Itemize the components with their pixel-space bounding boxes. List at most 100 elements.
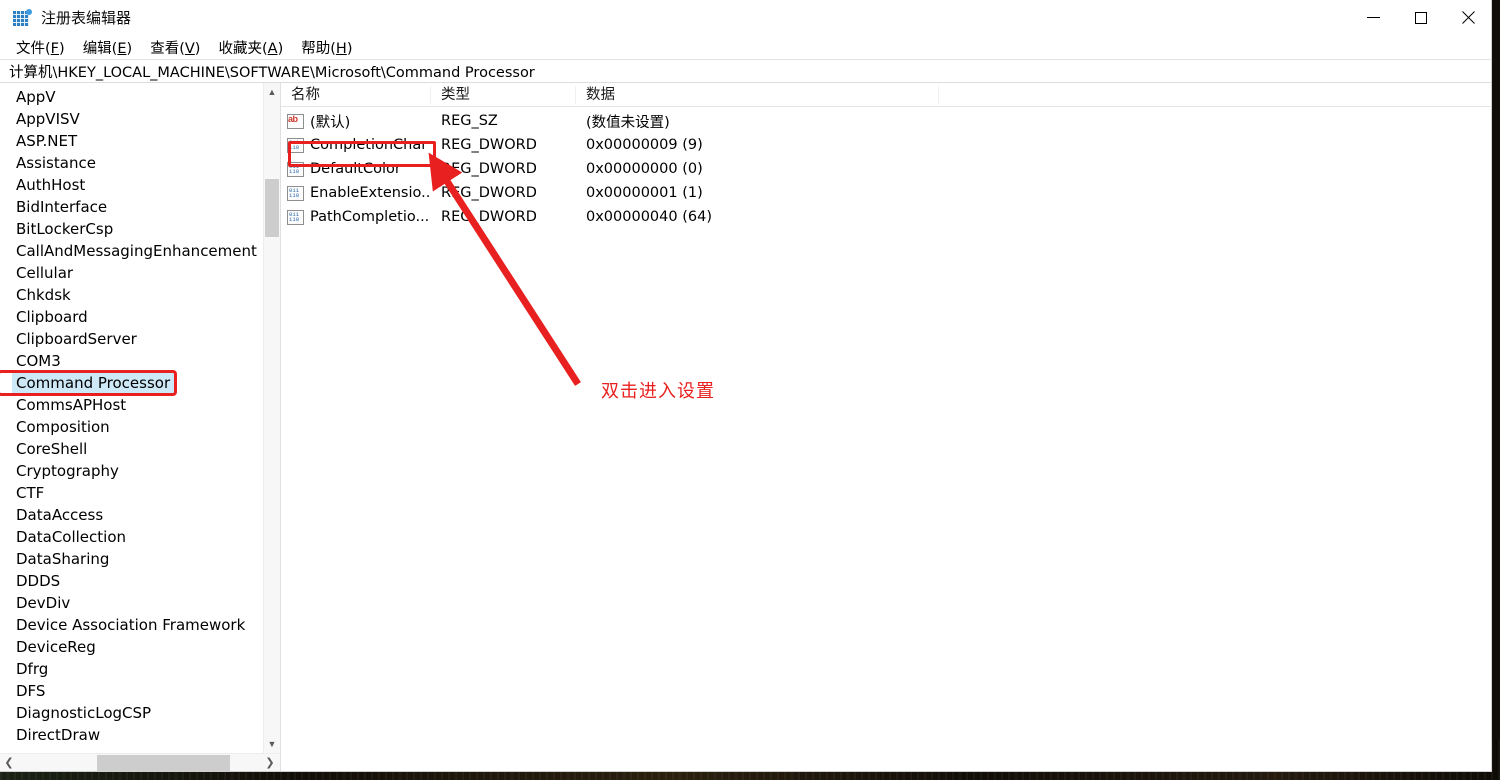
maximize-button[interactable]	[1397, 0, 1444, 35]
value-name-cell[interactable]: 011 110 EnableExtensio...	[281, 185, 431, 201]
tree-item-label: Device Association Framework	[16, 616, 246, 634]
close-button[interactable]	[1444, 0, 1491, 35]
scroll-down-icon[interactable]: ▼	[264, 735, 280, 753]
scroll-left-icon[interactable]: ❮	[0, 754, 19, 772]
menu-help-key: H	[335, 40, 347, 57]
tree-item-selected[interactable]: Command Processor	[0, 370, 177, 396]
tree-item-label: DevDiv	[16, 594, 71, 612]
tree-item[interactable]: Assistance	[0, 152, 263, 174]
tree-hscroll-thumb[interactable]	[97, 754, 230, 771]
tree-item[interactable]: Device Association Framework	[0, 614, 263, 636]
value-data-cell: (数值未设置)	[586, 114, 670, 131]
tree-item[interactable]: ClipboardServer	[0, 328, 263, 350]
registry-tree-pane: AppV AppVISV ASP.NET Assistance AuthHost BidI…	[0, 83, 281, 771]
tree-item[interactable]: DeviceReg	[0, 636, 263, 658]
menu-favorites[interactable]: 收藏夹(A)	[209, 35, 292, 60]
column-header-type[interactable]: 类型	[431, 83, 576, 107]
tree-item-label: Dfrg	[16, 660, 49, 678]
tree-item[interactable]: DataAccess	[0, 504, 263, 526]
tree-item[interactable]: ASP.NET	[0, 130, 263, 152]
tree-item[interactable]: CoreShell	[0, 438, 263, 460]
tree-item[interactable]: DiagnosticLogCSP	[0, 702, 263, 724]
tree-item-label: CoreShell	[16, 440, 88, 458]
tree-item[interactable]: Clipboard	[0, 306, 263, 328]
tree-item-label: CTF	[16, 484, 45, 502]
value-name-cell[interactable]: 011 110 DefaultColor	[281, 161, 431, 177]
menu-edit[interactable]: 编辑(E)	[74, 35, 142, 60]
value-row[interactable]: 011 110 PathCompletio... REG_DWORD 0x0000004…	[281, 205, 1491, 229]
menu-view[interactable]: 查看(V)	[141, 35, 209, 60]
tree-item[interactable]: DDDS	[0, 570, 263, 592]
tree-item[interactable]: DirectDraw	[0, 724, 263, 746]
tree-item[interactable]: CommsAPHost	[0, 394, 263, 416]
tree-item[interactable]: DataSharing	[0, 548, 263, 570]
value-data-cell: 0x00000001 (1)	[586, 185, 703, 201]
value-name-cell[interactable]: 011 110 PathCompletio...	[281, 209, 431, 225]
value-name-cell[interactable]: 011 110 CompletionChar	[281, 137, 431, 153]
tree-item-label: Command Processor	[12, 372, 175, 394]
menu-edit-key: E	[117, 40, 127, 57]
value-row[interactable]: 011 110 DefaultColor REG_DWORD 0x00000000 (0…	[281, 157, 1491, 181]
registry-tree-list[interactable]: AppV AppVISV ASP.NET Assistance AuthHost BidI…	[0, 83, 263, 753]
tree-item[interactable]: Dfrg	[0, 658, 263, 680]
value-row[interactable]: ab (默认) REG_SZ (数值未设置)	[281, 109, 1491, 133]
address-bar[interactable]: 计算机\HKEY_LOCAL_MACHINE\SOFTWARE\Microsof…	[0, 59, 1491, 83]
menu-view-text: 查看(	[150, 40, 185, 57]
menu-file[interactable]: 文件(F)	[7, 35, 74, 60]
tree-item-label: DataCollection	[16, 528, 127, 546]
tree-horizontal-scrollbar[interactable]: ❮ ❯	[0, 753, 280, 771]
tree-item[interactable]: COM3	[0, 350, 263, 372]
tree-item[interactable]: CallAndMessagingEnhancement	[0, 240, 263, 262]
tree-vscroll-thumb[interactable]	[265, 179, 279, 237]
minimize-icon	[1367, 17, 1380, 18]
main-content: AppV AppVISV ASP.NET Assistance AuthHost BidI…	[0, 83, 1491, 771]
value-name-cell[interactable]: ab (默认)	[281, 111, 431, 132]
tree-item[interactable]: DataCollection	[0, 526, 263, 548]
minimize-button[interactable]	[1350, 0, 1397, 35]
menu-help[interactable]: 帮助(H)	[292, 35, 361, 60]
tree-vscroll-track[interactable]	[264, 101, 280, 735]
tree-vertical-scrollbar[interactable]: ▲ ▼	[263, 83, 280, 753]
menu-view-tail: )	[194, 40, 201, 57]
tree-item[interactable]: Composition	[0, 416, 263, 438]
tree-item[interactable]: CTF	[0, 482, 263, 504]
tree-item-label: DeviceReg	[16, 638, 96, 656]
scroll-up-icon[interactable]: ▲	[264, 83, 280, 101]
menu-bar: 文件(F) 编辑(E) 查看(V) 收藏夹(A) 帮助(H)	[0, 35, 1491, 59]
menu-edit-text: 编辑(	[82, 40, 118, 57]
tree-item[interactable]: DevDiv	[0, 592, 263, 614]
menu-favorites-tail: )	[277, 40, 284, 57]
tree-hscroll-track[interactable]	[19, 754, 260, 772]
menu-favorites-key: A	[267, 40, 278, 57]
tree-item[interactable]: Cryptography	[0, 460, 263, 482]
string-value-icon: ab	[287, 113, 304, 129]
tree-item[interactable]: Cellular	[0, 262, 263, 284]
column-header-data[interactable]: 数据	[576, 83, 939, 107]
tree-item-label: Cryptography	[16, 462, 119, 480]
tree-item-label: Clipboard	[16, 308, 88, 326]
tree-item-label: DataSharing	[16, 550, 110, 568]
tree-item[interactable]: DFS	[0, 680, 263, 702]
tree-item[interactable]: AppV	[0, 86, 263, 108]
value-row[interactable]: 011 110 EnableExtensio... REG_DWORD 0x000000…	[281, 181, 1491, 205]
value-row[interactable]: 011 110 CompletionChar REG_DWORD 0x00000009 …	[281, 133, 1491, 157]
tree-item[interactable]: AppVISV	[0, 108, 263, 130]
menu-help-text: 帮助(	[301, 40, 336, 57]
scroll-right-icon[interactable]: ❯	[260, 754, 280, 772]
tree-item-label: ASP.NET	[16, 132, 78, 150]
tree-item-label: Cellular	[16, 264, 74, 282]
tree-item[interactable]: BitLockerCsp	[0, 218, 263, 240]
tree-item[interactable]: Chkdsk	[0, 284, 263, 306]
menu-file-key: F	[50, 40, 60, 57]
dword-value-icon: 011 110	[287, 209, 304, 225]
column-header-name[interactable]: 名称	[281, 83, 431, 107]
tree-item-label: CallAndMessagingEnhancement	[16, 242, 257, 260]
tree-item[interactable]: AuthHost	[0, 174, 263, 196]
tree-item-label: DiagnosticLogCSP	[16, 704, 152, 722]
menu-edit-tail: )	[126, 40, 133, 57]
tree-item[interactable]: BidInterface	[0, 196, 263, 218]
registry-values-list[interactable]: ab (默认) REG_SZ (数值未设置) 011 110 CompletionChar R…	[281, 107, 1491, 771]
maximize-icon	[1414, 11, 1427, 24]
menu-file-tail: )	[59, 40, 65, 57]
tree-item-label: Assistance	[16, 154, 96, 172]
